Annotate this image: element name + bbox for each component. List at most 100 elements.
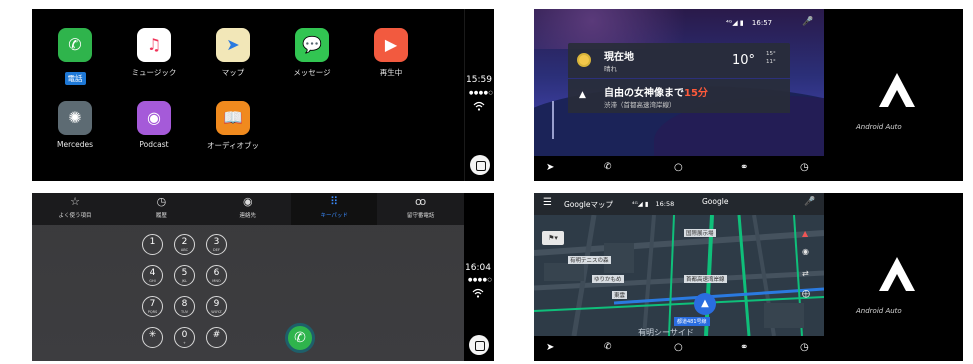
tab-label: よく使う項目 — [58, 213, 92, 219]
network-indicator: ⁴ᴳ◢ ▮ — [726, 19, 744, 27]
compass-icon[interactable]: ▲ — [802, 229, 808, 238]
flag-icon[interactable]: ⚑▾ — [542, 231, 564, 245]
clock: 15:59 — [466, 75, 492, 85]
key-digit: 2 — [181, 237, 188, 247]
phone-tabs: ☆ よく使う項目 ◷ 履歴 ◉ 連絡先 ⠿ キーパッド ꝏ 留守番電話 — [32, 193, 464, 225]
key-letters: PQRS — [147, 310, 158, 314]
app-grid: ✆ 電話 ♫ ミュージック ➤ マップ 💬 メッセージ ▶ 再生中 ✺ Mercedes ◉ Podcas… — [32, 9, 464, 181]
app-audiobook[interactable]: 📖 オーディオブッ — [193, 101, 273, 151]
map-place-label: 有明テニスの森 — [568, 256, 611, 264]
destination-name: 自由の女神像まで — [604, 88, 684, 99]
wifi-icon — [472, 288, 484, 301]
map-place-label: ゆりかもめ — [592, 275, 624, 283]
weather-temp: 10° — [732, 53, 756, 68]
android-auto-logo-icon — [879, 73, 915, 107]
tab-2[interactable]: ◉ 連絡先 — [205, 193, 291, 225]
key-5[interactable]: 6 MNO — [206, 265, 227, 286]
tab-label: 連絡先 — [239, 213, 257, 219]
key-2[interactable]: 3 DEF — [206, 234, 227, 255]
weather-condition: 晴れ — [604, 65, 617, 73]
key-1[interactable]: 2 ABC — [174, 234, 195, 255]
key-6[interactable]: 7 PQRS — [142, 296, 163, 317]
app-music[interactable]: ♫ ミュージック — [114, 28, 194, 78]
weather-card[interactable]: 現在地 晴れ 10° 15° 11° — [568, 43, 790, 78]
phone-icon[interactable]: ✆ — [604, 342, 612, 352]
recents-icon[interactable]: ◷ — [800, 342, 809, 353]
android-auto-brand-panel: Android Auto — [824, 9, 963, 181]
podcast-icon: ◉ — [137, 101, 171, 135]
app-maps[interactable]: ➤ マップ — [193, 28, 273, 78]
music-icon: ♫ — [137, 28, 171, 62]
home-button[interactable] — [469, 335, 489, 355]
navigation-icon[interactable]: ➤ — [546, 342, 554, 353]
street-label: 有明シーサイド — [638, 328, 694, 336]
road-name: 都道481号線 — [674, 317, 710, 326]
headphones-icon[interactable]: ⚭ — [740, 342, 748, 353]
mic-icon[interactable]: 🎤 — [804, 197, 815, 207]
now-playing-icon: ▶ — [374, 28, 408, 62]
home-icon[interactable]: ○ — [674, 342, 683, 353]
key-10[interactable]: 0 + — [174, 327, 195, 348]
app-phone[interactable]: ✆ 電話 — [35, 28, 115, 85]
key-letters: JKL — [181, 279, 188, 283]
android-auto-map-screen: ☰ Googleマップ ⁴ᴳ◢ ▮ 16:58 Google 🎤 ⚑▾ 有明テニ… — [534, 193, 963, 361]
tab-1[interactable]: ◷ 履歴 — [118, 193, 204, 225]
map-view[interactable]: ☰ Googleマップ ⁴ᴳ◢ ▮ 16:58 Google 🎤 ⚑▾ 有明テニ… — [534, 193, 824, 336]
tab-0[interactable]: ☆ よく使う項目 — [32, 193, 118, 225]
layers-icon[interactable]: ◉ — [802, 247, 809, 256]
navigation-card[interactable]: ▲ 自由の女神像まで15分 渋滞（首都高速湾岸線） — [568, 79, 790, 113]
key-0[interactable]: 1 — [142, 234, 163, 255]
app-messages[interactable]: 💬 メッセージ — [272, 28, 352, 78]
key-9[interactable]: ✳ — [142, 327, 163, 348]
map-place-label: 首都高速湾岸線 — [684, 275, 727, 283]
key-8[interactable]: 9 WXYZ — [206, 296, 227, 317]
key-digit: # — [212, 330, 221, 340]
key-11[interactable]: # — [206, 327, 227, 348]
key-digit: 8 — [181, 299, 188, 309]
key-letters: DEF — [213, 248, 220, 252]
app-label: オーディオブッ — [207, 141, 259, 150]
tab-icon: ☆ — [70, 195, 80, 208]
headphones-icon[interactable]: ⚭ — [740, 162, 748, 173]
android-auto-brand-panel: Android Auto — [824, 193, 963, 361]
carplay-status-bar: 15:59 ●●●●○ — [464, 9, 494, 181]
search-field[interactable]: Google — [702, 197, 802, 211]
app-label: マップ — [221, 68, 245, 77]
key-digit: 0 — [181, 330, 188, 340]
app-label: Podcast — [139, 140, 169, 149]
key-digit: 4 — [149, 268, 156, 278]
tab-icon: ⠿ — [330, 195, 339, 208]
navigation-icon[interactable]: ➤ — [546, 162, 554, 173]
weather-low: 11° — [766, 59, 776, 65]
key-letters: WXYZ — [211, 310, 222, 314]
route-icon[interactable]: ⇄ — [802, 269, 809, 278]
menu-icon[interactable]: ☰ — [543, 197, 552, 208]
tab-icon: ◷ — [156, 195, 167, 208]
app-now-playing[interactable]: ▶ 再生中 — [351, 28, 431, 78]
phone-icon: ✆ — [58, 28, 92, 62]
recenter-icon[interactable]: ⨁ — [802, 289, 810, 298]
key-digit: ✳ — [148, 330, 157, 340]
network-indicator: ⁴ᴳ◢ ▮ — [632, 200, 649, 208]
home-button[interactable] — [470, 155, 490, 175]
android-auto-logo-icon — [879, 257, 915, 291]
tab-label: 履歴 — [155, 213, 167, 219]
key-4[interactable]: 5 JKL — [174, 265, 195, 286]
scroll-indicator — [552, 101, 554, 139]
key-letters: MNO — [212, 279, 221, 283]
app-title: Googleマップ — [564, 200, 613, 209]
app-podcast[interactable]: ◉ Podcast — [114, 101, 194, 149]
phone-icon[interactable]: ✆ — [604, 162, 612, 172]
home-icon[interactable]: ○ — [674, 162, 683, 173]
key-7[interactable]: 8 TUV — [174, 296, 195, 317]
key-digit: 9 — [213, 299, 220, 309]
recents-icon[interactable]: ◷ — [800, 162, 809, 173]
android-status: ⁴ᴳ◢ ▮ 16:57 — [726, 19, 772, 27]
call-button[interactable]: ✆ — [285, 323, 315, 353]
mic-icon[interactable]: 🎤 — [802, 17, 813, 27]
app-mercedes[interactable]: ✺ Mercedes — [35, 101, 115, 149]
tab-4[interactable]: ꝏ 留守番電話 — [378, 193, 464, 225]
key-3[interactable]: 4 GHI — [142, 265, 163, 286]
key-digit: 7 — [149, 299, 156, 309]
tab-3[interactable]: ⠿ キーパッド — [291, 193, 378, 225]
